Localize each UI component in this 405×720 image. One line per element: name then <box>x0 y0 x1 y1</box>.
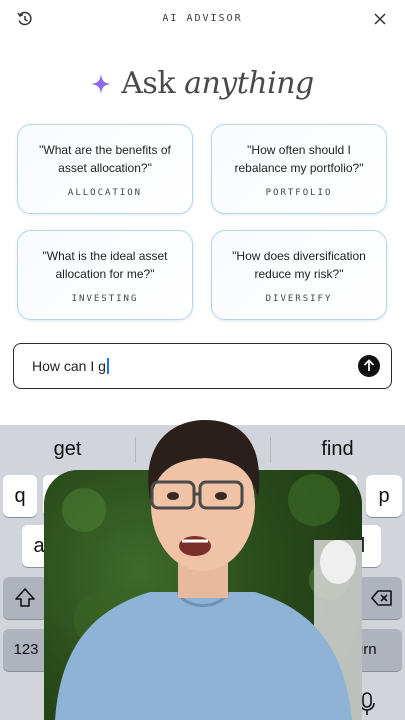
presenter-figure <box>55 420 352 720</box>
